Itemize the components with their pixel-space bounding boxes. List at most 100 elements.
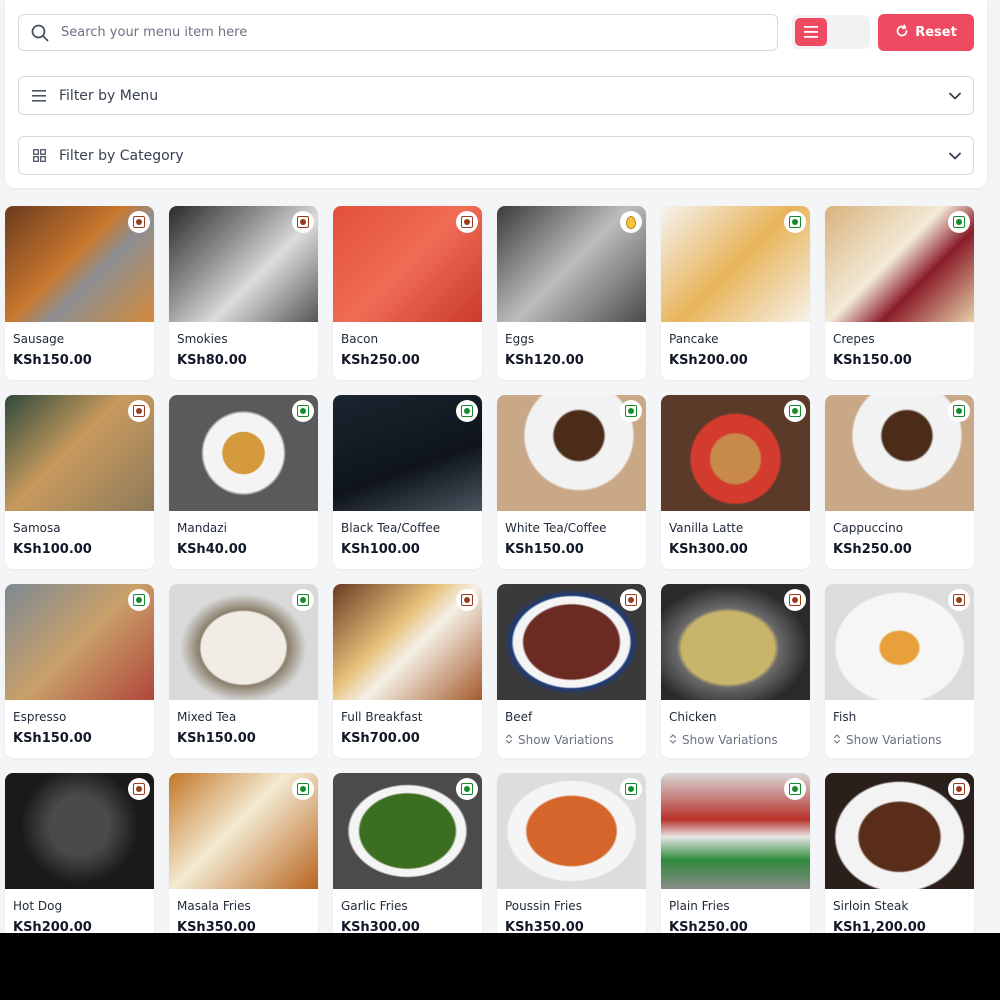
menu-item-card[interactable]: Fish Show Variations xyxy=(825,584,974,758)
menu-item-card[interactable]: Samosa KSh100.00 xyxy=(5,395,154,569)
item-price: KSh120.00 xyxy=(505,353,584,368)
item-price: KSh150.00 xyxy=(177,731,256,746)
menu-item-card[interactable]: White Tea/Coffee KSh150.00 xyxy=(497,395,646,569)
menu-item-card[interactable]: Pancake KSh200.00 xyxy=(661,206,810,380)
item-price: KSh250.00 xyxy=(833,542,912,557)
item-price: KSh200.00 xyxy=(13,920,92,933)
item-name: Plain Fries xyxy=(669,899,730,913)
menu-item-card[interactable]: Crepes KSh150.00 xyxy=(825,206,974,380)
espresso-laptop-photo xyxy=(5,584,154,700)
list-view-button[interactable] xyxy=(795,18,827,46)
item-price: KSh700.00 xyxy=(341,731,420,746)
item-price: KSh250.00 xyxy=(341,353,420,368)
menu-item-card[interactable]: Smokies KSh80.00 xyxy=(169,206,318,380)
latte-photo xyxy=(661,395,810,511)
sausage-photo xyxy=(5,206,154,322)
item-name: Fish xyxy=(833,710,857,724)
crepe-dessert-photo xyxy=(825,206,974,322)
item-name: Vanilla Latte xyxy=(669,521,744,535)
menu-item-card[interactable]: Masala Fries KSh350.00 xyxy=(169,773,318,933)
show-variations-button[interactable]: Show Variations xyxy=(833,733,942,747)
category-grid-icon xyxy=(19,149,59,162)
non-veg-indicator-icon xyxy=(128,400,150,422)
white-coffee-photo xyxy=(497,395,646,511)
filter-menu-label: Filter by Menu xyxy=(59,87,159,104)
menu-item-card[interactable]: Cappuccino KSh250.00 xyxy=(825,395,974,569)
full-breakfast-photo xyxy=(333,584,482,700)
chicken-curry-photo xyxy=(661,584,810,700)
item-price: KSh350.00 xyxy=(177,920,256,933)
menu-item-card[interactable]: Eggs KSh120.00 xyxy=(497,206,646,380)
veg-indicator-icon xyxy=(456,778,478,800)
refresh-icon xyxy=(895,23,909,42)
menu-item-card[interactable]: Sirloin Steak KSh1,200.00 xyxy=(825,773,974,933)
pancake-photo xyxy=(661,206,810,322)
item-price: KSh250.00 xyxy=(669,920,748,933)
item-name: Chicken xyxy=(669,710,717,724)
search-icon xyxy=(19,14,61,51)
tea-bowl-photo xyxy=(169,584,318,700)
non-veg-indicator-icon xyxy=(456,211,478,233)
item-name: Full Breakfast xyxy=(341,710,423,724)
show-variations-button[interactable]: Show Variations xyxy=(505,733,614,747)
item-name: Poussin Fries xyxy=(505,899,582,913)
menu-item-card[interactable]: Black Tea/Coffee KSh100.00 xyxy=(333,395,482,569)
search-input[interactable] xyxy=(61,25,777,40)
non-veg-indicator-icon xyxy=(456,589,478,611)
reset-button[interactable]: Reset xyxy=(878,14,974,51)
item-name: Mandazi xyxy=(177,521,227,535)
app-viewport: Reset Filter by Menu Filter by Category … xyxy=(0,0,1000,933)
item-name: Cappuccino xyxy=(833,521,904,535)
item-name: Sausage xyxy=(13,332,65,346)
item-name: Mixed Tea xyxy=(177,710,237,724)
search-box[interactable] xyxy=(18,14,778,51)
menu-item-card[interactable]: Beef Show Variations xyxy=(497,584,646,758)
veg-indicator-icon xyxy=(292,400,314,422)
menu-item-card[interactable]: Bacon KSh250.00 xyxy=(333,206,482,380)
filter-by-category-dropdown[interactable]: Filter by Category xyxy=(18,136,974,175)
show-variations-label: Show Variations xyxy=(846,733,942,747)
non-veg-indicator-icon xyxy=(948,589,970,611)
steak-photo xyxy=(825,773,974,889)
fish-dish-photo xyxy=(825,584,974,700)
menu-item-card[interactable]: Poussin Fries KSh350.00 xyxy=(497,773,646,933)
show-variations-button[interactable]: Show Variations xyxy=(669,733,778,747)
item-name: Espresso xyxy=(13,710,67,724)
non-veg-indicator-icon xyxy=(620,589,642,611)
filter-by-menu-dropdown[interactable]: Filter by Menu xyxy=(18,76,974,115)
show-variations-label: Show Variations xyxy=(682,733,778,747)
menu-item-card[interactable]: Espresso KSh150.00 xyxy=(5,584,154,758)
item-price: KSh300.00 xyxy=(341,920,420,933)
item-price: KSh80.00 xyxy=(177,353,247,368)
reset-label: Reset xyxy=(915,25,957,40)
insect-photo xyxy=(5,773,154,889)
menu-item-card[interactable]: Hot Dog KSh200.00 xyxy=(5,773,154,933)
item-name: Bacon xyxy=(341,332,379,346)
menu-item-card[interactable]: Vanilla Latte KSh300.00 xyxy=(661,395,810,569)
show-variations-label: Show Variations xyxy=(518,733,614,747)
veg-indicator-icon xyxy=(948,211,970,233)
item-price: KSh100.00 xyxy=(341,542,420,557)
menu-item-card[interactable]: Mandazi KSh40.00 xyxy=(169,395,318,569)
menu-item-card[interactable]: Mixed Tea KSh150.00 xyxy=(169,584,318,758)
menu-item-card[interactable]: Plain Fries KSh250.00 xyxy=(661,773,810,933)
menu-item-card[interactable]: Garlic Fries KSh300.00 xyxy=(333,773,482,933)
item-name: Eggs xyxy=(505,332,535,346)
non-veg-indicator-icon xyxy=(292,211,314,233)
veg-indicator-icon xyxy=(784,778,806,800)
list-icon xyxy=(804,23,818,42)
menu-item-card[interactable]: Chicken Show Variations xyxy=(661,584,810,758)
item-name: Samosa xyxy=(13,521,61,535)
menu-item-card[interactable]: Sausage KSh150.00 xyxy=(5,206,154,380)
item-price: KSh150.00 xyxy=(13,731,92,746)
filter-panel: Reset Filter by Menu Filter by Category xyxy=(5,0,987,188)
item-price: KSh100.00 xyxy=(13,542,92,557)
watermelon-photo xyxy=(333,206,482,322)
item-price: KSh150.00 xyxy=(13,353,92,368)
beef-photo xyxy=(497,584,646,700)
menu-item-card[interactable]: Full Breakfast KSh700.00 xyxy=(333,584,482,758)
chevron-updown-icon xyxy=(833,733,841,747)
item-name: Pancake xyxy=(669,332,719,346)
samosa-photo xyxy=(5,395,154,511)
item-name: Crepes xyxy=(833,332,875,346)
